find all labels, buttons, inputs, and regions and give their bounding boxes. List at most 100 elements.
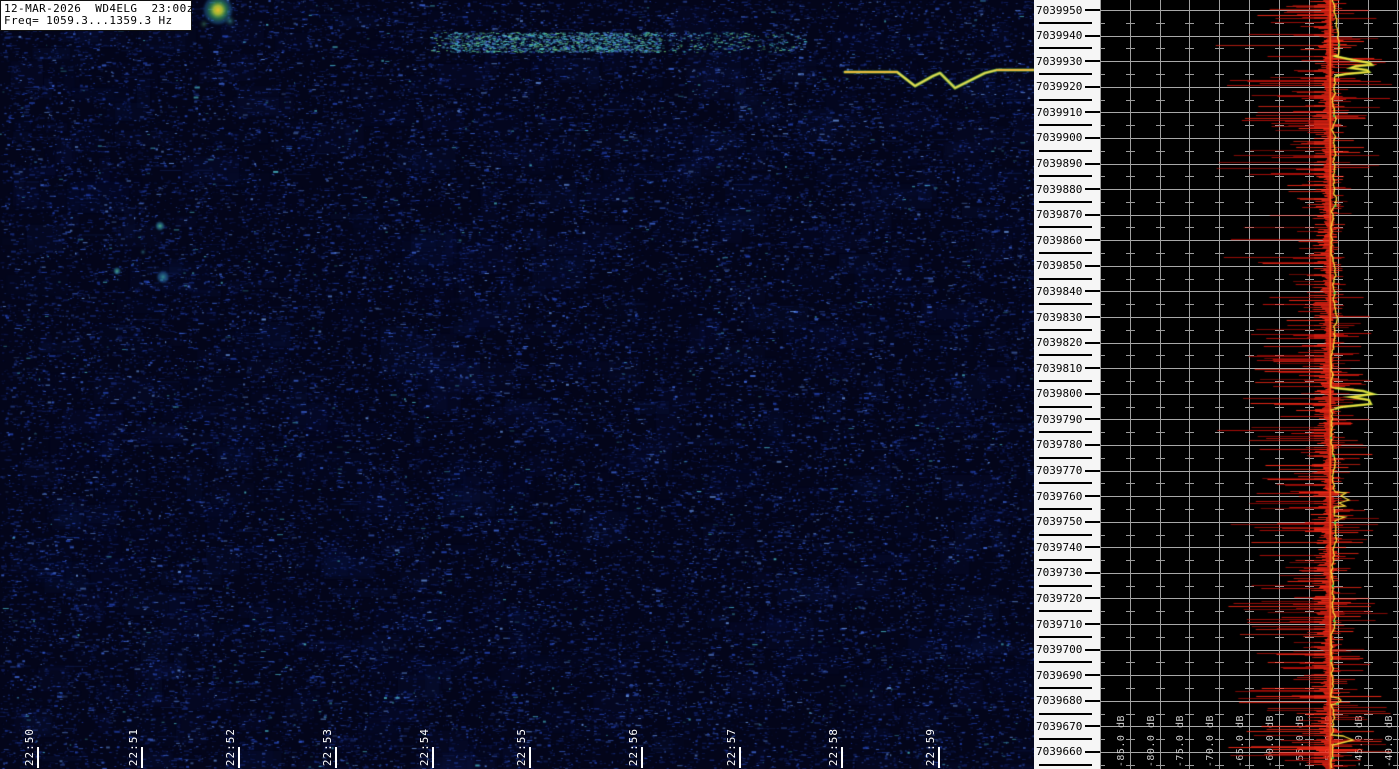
time-label: 22:57	[725, 727, 738, 766]
frequency-label: 7039860	[1036, 233, 1083, 247]
frequency-label: 7039660	[1036, 745, 1083, 759]
time-label: 22:52	[224, 727, 237, 766]
frequency-half-tick	[1039, 687, 1092, 690]
frequency-major-tick	[1085, 341, 1100, 344]
time-label: 22:56	[627, 727, 640, 766]
frequency-label: 7039950	[1036, 3, 1083, 17]
frequency-half-tick	[1039, 431, 1092, 434]
frequency-major-tick	[1085, 597, 1100, 600]
frequency-major-tick	[1085, 725, 1100, 728]
frequency-half-tick	[1039, 328, 1092, 331]
time-label: 22:55	[515, 727, 528, 766]
header-info-box: 12-MAR-2026 WD4ELG 23:00z Freq= 1059.3..…	[0, 0, 193, 31]
frequency-label: 7039690	[1036, 668, 1083, 682]
time-tick	[432, 747, 434, 768]
frequency-label: 7039900	[1036, 131, 1083, 145]
frequency-major-tick	[1085, 111, 1100, 114]
frequency-half-tick	[1039, 635, 1092, 638]
frequency-half-tick	[1039, 149, 1092, 152]
frequency-half-tick	[1039, 226, 1092, 229]
frequency-half-tick	[1039, 661, 1092, 664]
frequency-label: 7039720	[1036, 591, 1083, 605]
time-tick	[841, 747, 843, 768]
frequency-label: 7039940	[1036, 29, 1083, 43]
frequency-half-tick	[1039, 584, 1092, 587]
frequency-major-tick	[1085, 392, 1100, 395]
frequency-label: 7039830	[1036, 310, 1083, 324]
time-tick	[238, 747, 240, 768]
frequency-major-tick	[1085, 60, 1100, 63]
frequency-major-tick	[1085, 367, 1100, 370]
frequency-label: 7039890	[1036, 157, 1083, 171]
frequency-half-tick	[1039, 252, 1092, 255]
frequency-half-tick	[1039, 354, 1092, 357]
frequency-half-tick	[1039, 763, 1092, 766]
frequency-half-tick	[1039, 712, 1092, 715]
frequency-major-tick	[1085, 750, 1100, 753]
frequency-label: 7039680	[1036, 694, 1083, 708]
time-tick	[529, 747, 531, 768]
frequency-label: 7039850	[1036, 259, 1083, 273]
frequency-label: 7039870	[1036, 208, 1083, 222]
frequency-half-tick	[1039, 175, 1092, 178]
frequency-label: 7039740	[1036, 540, 1083, 554]
frequency-half-tick	[1039, 21, 1092, 24]
frequency-label: 7039800	[1036, 387, 1083, 401]
frequency-major-tick	[1085, 674, 1100, 677]
frequency-half-tick	[1039, 738, 1092, 741]
grabber-screenshot: 22:50 22:51 22:52 22:53 22:54 22:55 22:56 22:57…	[0, 0, 1399, 769]
time-tick	[335, 747, 337, 768]
frequency-major-tick	[1085, 648, 1100, 651]
frequency-major-tick	[1085, 469, 1100, 472]
frequency-major-tick	[1085, 571, 1100, 574]
frequency-label: 7039670	[1036, 719, 1083, 733]
spectrum-trace-canvas	[1100, 0, 1399, 769]
frequency-half-tick	[1039, 200, 1092, 203]
frequency-half-tick	[1039, 533, 1092, 536]
frequency-major-tick	[1085, 520, 1100, 523]
frequency-major-tick	[1085, 443, 1100, 446]
time-tick	[739, 747, 741, 768]
frequency-major-tick	[1085, 699, 1100, 702]
frequency-major-tick	[1085, 495, 1100, 498]
frequency-label: 7039790	[1036, 412, 1083, 426]
frequency-half-tick	[1039, 482, 1092, 485]
time-label: 22:51	[127, 727, 140, 766]
frequency-half-tick	[1039, 507, 1092, 510]
frequency-major-tick	[1085, 264, 1100, 267]
time-label: 22:50	[23, 727, 36, 766]
time-axis: 22:50 22:51 22:52 22:53 22:54 22:55 22:56 22:57…	[0, 0, 1034, 769]
frequency-half-tick	[1039, 379, 1092, 382]
frequency-scale: 7039950 7039940 7039930 7039920 7039910 70399…	[1034, 0, 1100, 769]
frequency-label: 7039930	[1036, 54, 1083, 68]
frequency-half-tick	[1039, 303, 1092, 306]
frequency-major-tick	[1085, 136, 1100, 139]
frequency-label: 7039700	[1036, 643, 1083, 657]
frequency-major-tick	[1085, 239, 1100, 242]
time-label: 22:53	[321, 727, 334, 766]
frequency-label: 7039750	[1036, 515, 1083, 529]
frequency-major-tick	[1085, 546, 1100, 549]
frequency-major-tick	[1085, 623, 1100, 626]
frequency-label: 7039920	[1036, 80, 1083, 94]
frequency-major-tick	[1085, 162, 1100, 165]
frequency-half-tick	[1039, 72, 1092, 75]
frequency-label: 7039880	[1036, 182, 1083, 196]
frequency-label: 7039820	[1036, 336, 1083, 350]
frequency-major-tick	[1085, 290, 1100, 293]
frequency-major-tick	[1085, 418, 1100, 421]
time-label: 22:59	[924, 727, 937, 766]
frequency-label: 7039770	[1036, 464, 1083, 478]
frequency-major-tick	[1085, 213, 1100, 216]
frequency-major-tick	[1085, 188, 1100, 191]
frequency-label: 7039730	[1036, 566, 1083, 580]
frequency-half-tick	[1039, 456, 1092, 459]
frequency-half-tick	[1039, 47, 1092, 50]
frequency-label: 7039840	[1036, 284, 1083, 298]
time-label: 22:58	[827, 727, 840, 766]
frequency-label: 7039710	[1036, 617, 1083, 631]
frequency-half-tick	[1039, 277, 1092, 280]
frequency-half-tick	[1039, 559, 1092, 562]
frequency-major-tick	[1085, 85, 1100, 88]
time-tick	[641, 747, 643, 768]
